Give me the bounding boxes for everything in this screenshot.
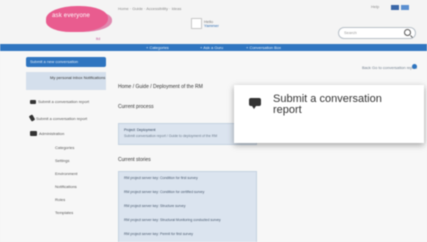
sidebar-item-selected[interactable]: My personal inbox Notifications — [26, 72, 106, 90]
chart-icon — [30, 131, 37, 136]
section-title-process: Current process — [118, 104, 154, 110]
process-line: Project: Deployment — [124, 128, 156, 132]
chat-icon — [30, 99, 36, 104]
logo[interactable]: ask everyone — [46, 6, 108, 32]
nav-item-ask[interactable]: + Ask a Guru — [200, 45, 223, 50]
logo-text: ask everyone — [52, 13, 91, 19]
sidebar-header-button[interactable]: Submit a new conversation — [26, 57, 106, 67]
search-icon[interactable] — [404, 29, 411, 36]
wrench-icon — [28, 114, 36, 122]
sidebar-item-label: Administration — [39, 131, 65, 136]
breadcrumb[interactable]: Home / Guide / Deployment of the RM — [118, 84, 203, 90]
story-row[interactable]: RM project server key: Permit for first … — [124, 232, 193, 236]
sidebar-subitem[interactable]: Settings — [55, 158, 69, 163]
sidebar-subitem[interactable]: Categories — [55, 145, 74, 150]
story-row[interactable]: RM project server key: Condition for cer… — [124, 190, 204, 194]
sidebar-item-report-2[interactable]: Submit a conversation report — [28, 114, 88, 122]
back-link[interactable]: Back Go to conversation report — [362, 65, 417, 70]
top-links[interactable]: Home · Guide · Accessibility · Ideas — [118, 6, 181, 11]
facebook-icon[interactable] — [391, 5, 399, 10]
speech-bubble-icon — [249, 98, 261, 109]
nav-item-conversation[interactable]: + Conversation Box — [246, 45, 281, 50]
sidebar-item-report-1[interactable]: Submit a conversation report — [30, 99, 89, 104]
user-box[interactable]: Hello Yammer — [191, 18, 219, 29]
twitter-icon[interactable] — [401, 5, 409, 10]
help-link[interactable]: Help — [371, 4, 379, 9]
search-input[interactable]: Search — [338, 27, 416, 39]
sidebar-item-label: Submit a conversation report — [38, 99, 90, 104]
process-line[interactable]: Submit conversation report / Guide to de… — [124, 134, 217, 138]
tooltip-text: Submit a conversation report — [273, 93, 382, 116]
user-avatar[interactable] — [191, 18, 202, 29]
tooltip-popup: Submit a conversation report — [234, 85, 424, 143]
help-icon[interactable] — [412, 64, 417, 69]
page: ask everyone ltd Home · Guide · Accessib… — [0, 0, 427, 242]
logo-subtext: ltd — [96, 36, 101, 41]
sidebar: Submit a new conversation My personal in… — [26, 57, 106, 242]
user-name-link[interactable]: Yammer — [204, 23, 219, 28]
stories-box: RM project server key: Condition for fir… — [118, 171, 257, 242]
nav-bar: + Categories + Ask a Guru + Conversation… — [0, 44, 427, 51]
user-lines: Hello Yammer — [204, 19, 219, 28]
header: ask everyone ltd Home · Guide · Accessib… — [0, 0, 427, 44]
sidebar-subitem[interactable]: Environment — [55, 171, 77, 176]
sidebar-subitem[interactable]: Templates — [55, 210, 73, 215]
sidebar-subitem[interactable]: Roles — [55, 197, 65, 202]
section-title-stories: Current stories — [118, 157, 151, 163]
sidebar-item-admin[interactable]: Administration — [30, 131, 64, 136]
sidebar-item-label: Submit a conversation report — [36, 115, 88, 121]
search-placeholder: Search — [344, 30, 357, 35]
story-row[interactable]: RM project server key: Structure survey — [124, 204, 185, 208]
nav-item-categories[interactable]: + Categories — [146, 45, 169, 50]
sidebar-subitem[interactable]: Notifications — [55, 184, 77, 189]
story-row[interactable]: RM project server key: Condition for fir… — [124, 176, 198, 180]
story-row[interactable]: RM project server key: Structural Monito… — [124, 218, 221, 222]
